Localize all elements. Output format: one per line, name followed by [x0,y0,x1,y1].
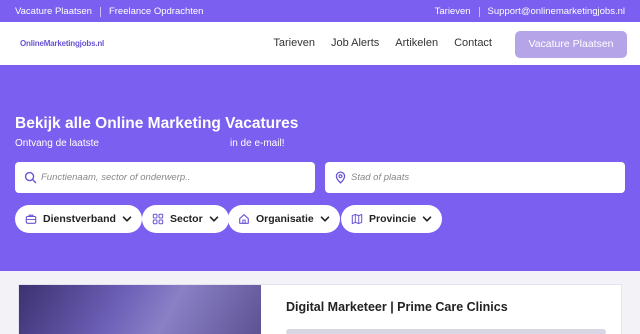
hero-section: Bekijk alle Online Marketing Vacatures O… [0,65,640,271]
top-link-vacature-plaatsen[interactable]: Vacature Plaatsen [15,6,92,17]
grid-icon [152,213,164,225]
divider [99,6,101,17]
job-card-image [19,285,261,334]
site-logo[interactable]: OnlineMarketingjobs.nl [20,39,104,48]
map-icon [351,214,363,224]
vacature-plaatsen-button[interactable]: Vacature Plaatsen [515,31,627,58]
nav-item-tarieven[interactable]: Tarieven [273,37,315,49]
main-navbar: OnlineMarketingjobs.nl Tarieven Job Aler… [0,22,640,65]
divider [478,6,480,17]
search-input[interactable] [41,162,301,193]
top-bar: Vacature Plaatsen Freelance Opdrachten T… [0,0,640,22]
nav-item-contact[interactable]: Contact [454,37,492,49]
filter-provincie[interactable]: Provincie [341,205,443,233]
top-bar-right: Tarieven Support@onlinemarketingjobs.nl [435,6,625,17]
location-field [325,162,625,193]
filter-label: Provincie [369,213,417,225]
hero-subtitle-end: in de e-mail! [230,138,285,149]
filter-label: Sector [170,213,203,225]
search-field [15,162,315,193]
hero-subtitle-start: Ontvang de laatste [15,138,99,149]
hero-title: Bekijk alle Online Marketing Vacatures [15,115,299,132]
top-link-tarieven[interactable]: Tarieven [435,6,471,17]
top-link-support-email[interactable]: Support@onlinemarketingjobs.nl [488,6,625,17]
filter-label: Organisatie [256,213,314,225]
job-card-title[interactable]: Digital Marketeer | Prime Care Clinics [286,300,508,314]
filter-sector[interactable]: Sector [142,205,229,233]
briefcase-icon [25,214,37,224]
chevron-down-icon [320,216,330,222]
chevron-down-icon [122,216,132,222]
chevron-down-icon [209,216,218,222]
top-bar-left: Vacature Plaatsen Freelance Opdrachten [15,6,203,17]
job-card[interactable]: Digital Marketeer | Prime Care Clinics [18,284,622,334]
top-link-freelance-opdrachten[interactable]: Freelance Opdrachten [109,6,204,17]
main-nav: Tarieven Job Alerts Artikelen Contact [257,37,492,49]
chevron-down-icon [422,216,432,222]
nav-item-artikelen[interactable]: Artikelen [395,37,438,49]
location-input[interactable] [351,162,611,193]
home-icon [239,214,249,224]
search-icon [24,171,37,184]
location-pin-icon [335,171,346,184]
filter-dienstverband[interactable]: Dienstverband [15,205,142,233]
job-card-description [286,329,606,334]
filter-label: Dienstverband [43,213,116,225]
filter-organisatie[interactable]: Organisatie [228,205,340,233]
nav-item-job-alerts[interactable]: Job Alerts [331,37,379,49]
